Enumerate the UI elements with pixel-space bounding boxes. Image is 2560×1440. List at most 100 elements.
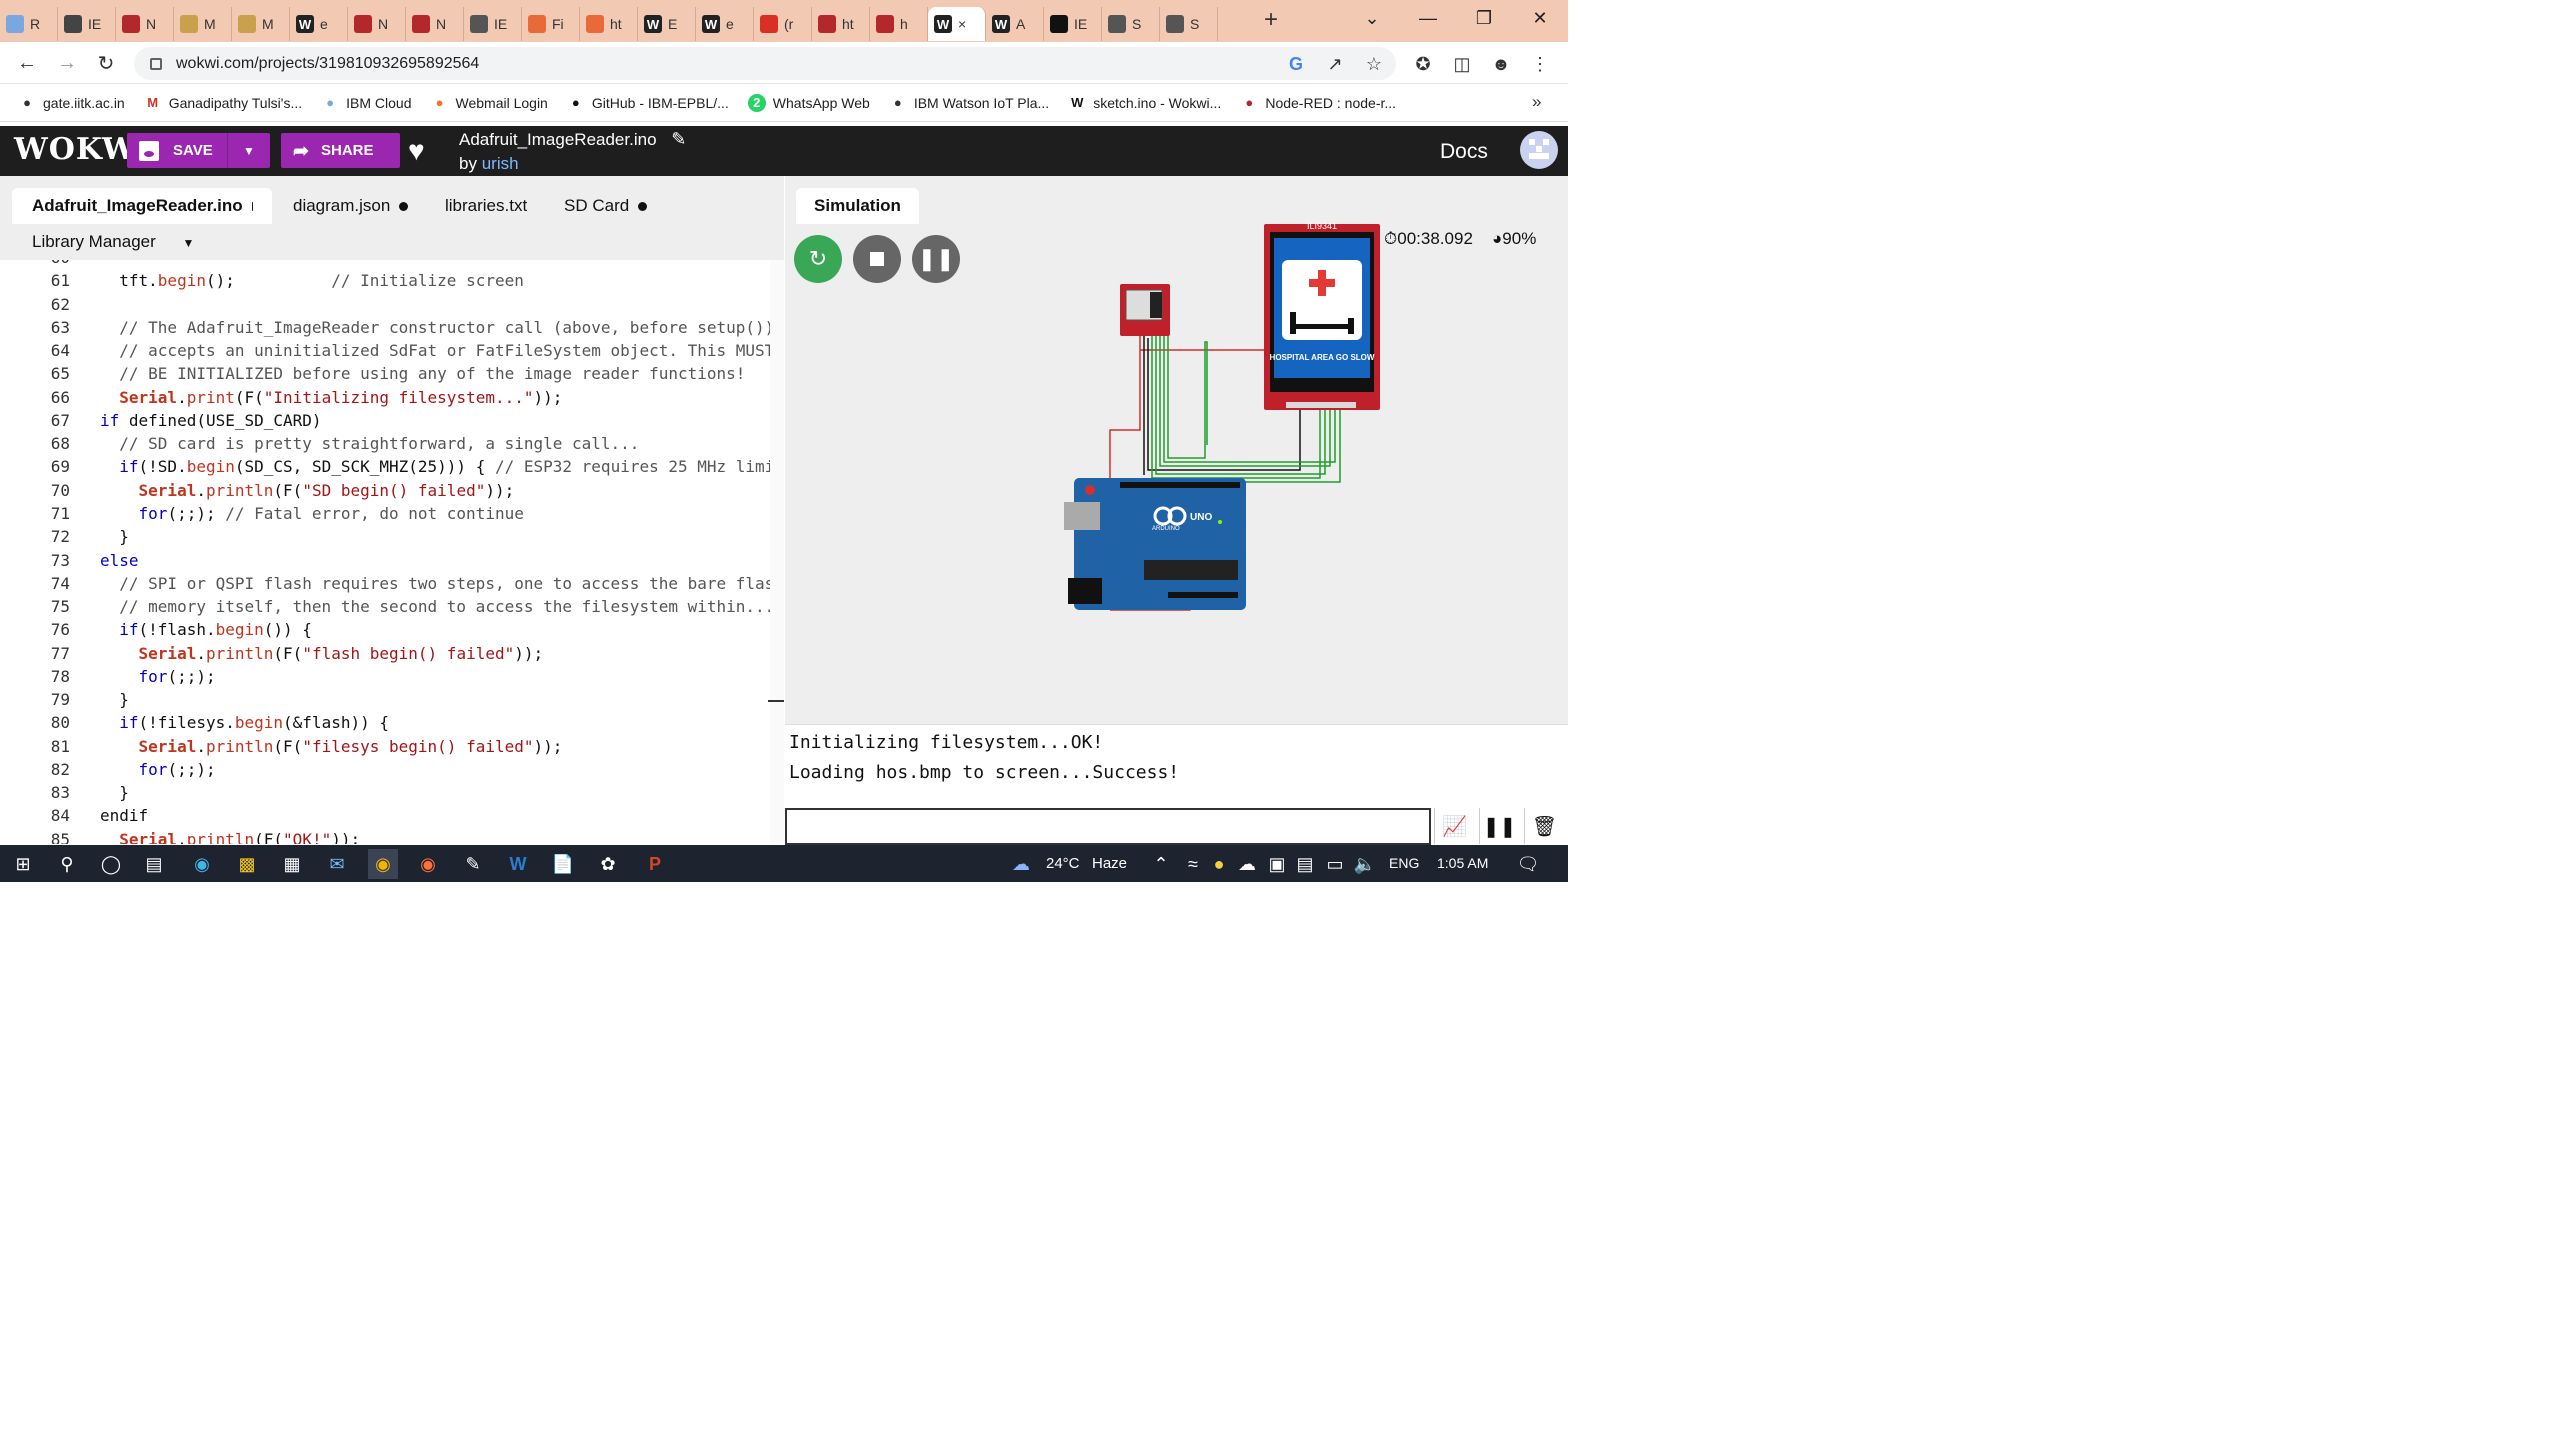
reload-icon[interactable]: ↻ [93, 50, 119, 76]
bookmark-item[interactable]: ● Node-RED : node-r... [1240, 94, 1396, 112]
browser-tab[interactable]: ht [812, 7, 870, 41]
search-icon[interactable]: ⚲ [52, 849, 82, 879]
mail-icon[interactable]: ✉ [322, 849, 352, 879]
save-dropdown-icon[interactable]: ▼ [227, 133, 270, 168]
bookmark-item[interactable]: ● gate.iitk.ac.in [18, 94, 125, 112]
browser-tab[interactable]: N [116, 7, 174, 41]
document-icon[interactable]: 📄 [548, 849, 578, 879]
battery-icon[interactable]: ▭ [1320, 849, 1350, 879]
bookmark-item[interactable]: ● GitHub - IBM-EPBL/... [567, 94, 729, 112]
code-editor[interactable]: 6061 tft.begin(); // Initialize screen62… [0, 260, 770, 844]
language-indicator[interactable]: ENG [1389, 855, 1419, 871]
app-icon[interactable]: ✿ [593, 849, 623, 879]
editor-scrollbar[interactable] [768, 260, 784, 844]
windows-start-icon[interactable]: ⊞ [8, 849, 38, 879]
browser-tab[interactable]: h [870, 7, 928, 41]
firefox-icon[interactable]: ◉ [413, 849, 443, 879]
share-page-icon[interactable]: ↗ [1323, 52, 1347, 76]
browser-tab[interactable]: WE [638, 7, 696, 41]
library-manager-tab[interactable]: Library Manager ▼ [32, 232, 194, 252]
share-button[interactable]: ➦ SHARE [281, 133, 400, 168]
tab-search-icon[interactable]: ⌄ [1344, 0, 1400, 36]
bookmark-item[interactable]: ● IBM Cloud [321, 94, 411, 112]
volume-muted-icon[interactable]: 🔈 [1350, 849, 1380, 879]
forward-icon[interactable]: → [54, 50, 80, 76]
restore-icon[interactable]: ❐ [1456, 0, 1512, 36]
pause-simulation-button[interactable]: ❚❚ [912, 235, 960, 283]
bookmark-star-icon[interactable]: ☆ [1362, 52, 1386, 76]
tab-simulation[interactable]: Simulation [796, 188, 919, 224]
tab-diagram-json[interactable]: diagram.json [273, 188, 428, 224]
cortana-icon[interactable]: ◯ [96, 849, 126, 879]
browser-tab[interactable]: IE [58, 7, 116, 41]
tab-libraries-txt[interactable]: libraries.txt [425, 188, 547, 224]
more-bookmarks-icon[interactable]: » [1532, 92, 1541, 112]
bookmark-item[interactable]: Wsketch.ino - Wokwi... [1068, 94, 1221, 112]
profile-icon[interactable]: ☻ [1489, 52, 1513, 76]
browser-tab[interactable]: S [1160, 7, 1218, 41]
task-view-icon[interactable]: ▤ [139, 849, 169, 879]
tab-sd-card[interactable]: SD Card [544, 188, 667, 224]
meet-icon[interactable]: ▣ [1262, 849, 1292, 879]
edge-icon[interactable]: ◉ [187, 849, 217, 879]
bookmark-item[interactable]: 2 WhatsApp Web [747, 93, 870, 112]
extensions-icon[interactable]: ✪ [1411, 52, 1435, 76]
browser-tab[interactable]: S [1102, 7, 1160, 41]
browser-tab[interactable]: N [348, 7, 406, 41]
bookmark-item[interactable]: M Ganadipathy Tulsi's... [144, 94, 302, 112]
serial-input[interactable] [785, 808, 1431, 845]
save-button[interactable]: SAVE ▼ [127, 133, 270, 168]
arduino-uno-board[interactable]: UNO ARDUINO [1064, 478, 1246, 610]
display-icon[interactable]: ▤ [1290, 849, 1320, 879]
browser-tab[interactable]: Fi [522, 7, 580, 41]
notifications-icon[interactable]: 🗨 [1513, 849, 1543, 879]
clear-serial-icon[interactable]: 🗑 [1524, 808, 1564, 844]
back-icon[interactable]: ← [14, 50, 40, 76]
edit-pencil-icon[interactable]: ✎ [671, 129, 686, 149]
author-link[interactable]: urish [482, 154, 519, 173]
docs-link[interactable]: Docs [1440, 140, 1488, 164]
browser-tab[interactable]: We [290, 7, 348, 41]
browser-tab[interactable]: R [0, 7, 58, 41]
file-explorer-icon[interactable]: ▩ [232, 849, 262, 879]
browser-tab[interactable]: IE [464, 7, 522, 41]
sd-card-module[interactable] [1120, 284, 1170, 336]
browser-tab[interactable]: WA [986, 7, 1044, 41]
browser-tab[interactable]: IE [1044, 7, 1102, 41]
browser-tab[interactable]: We [696, 7, 754, 41]
library-dropdown-icon[interactable]: ▼ [183, 236, 195, 250]
clock[interactable]: 1:05 AM [1437, 855, 1488, 871]
browser-tab[interactable]: ht [580, 7, 638, 41]
browser-tab[interactable]: N [406, 7, 464, 41]
minimize-icon[interactable]: — [1400, 0, 1456, 36]
plotter-icon[interactable]: 📈 [1434, 808, 1474, 844]
user-avatar[interactable] [1520, 131, 1558, 169]
tray-chevron-icon[interactable]: ⌃ [1146, 849, 1176, 879]
like-heart-icon[interactable]: ♥ [408, 135, 425, 167]
ili9341-display[interactable]: ILI9341 HOSPITAL AREA GO SLOW [1264, 221, 1380, 410]
chrome-icon[interactable]: ◉ [368, 849, 398, 879]
menu-icon[interactable]: ⋮ [1528, 52, 1552, 76]
browser-tab[interactable]: W × [928, 7, 986, 41]
tray-app-icon[interactable]: ● [1204, 849, 1234, 879]
store-icon[interactable]: ▦ [277, 849, 307, 879]
google-icon[interactable]: G [1284, 52, 1308, 76]
word-icon[interactable]: W [503, 849, 533, 879]
browser-tab[interactable]: (r [754, 7, 812, 41]
side-panel-icon[interactable]: ◫ [1450, 52, 1474, 76]
powerpoint-icon[interactable]: P [640, 849, 670, 879]
stop-simulation-button[interactable] [853, 235, 901, 283]
notepad-icon[interactable]: ✎ [458, 849, 488, 879]
circuit-diagram[interactable]: ILI9341 HOSPITAL AREA GO SLOW UNO ARDUIN… [1060, 220, 1390, 620]
browser-tab[interactable]: M [232, 7, 290, 41]
new-tab-button[interactable]: + [1264, 6, 1278, 34]
bookmark-item[interactable]: ● IBM Watson IoT Pla... [889, 94, 1049, 112]
restart-simulation-button[interactable]: ↻ [794, 235, 842, 283]
browser-tab[interactable]: M [174, 7, 232, 41]
onedrive-icon[interactable]: ☁ [1232, 849, 1262, 879]
bookmark-item[interactable]: ● Webmail Login [431, 94, 548, 112]
address-bar[interactable]: wokwi.com/projects/319810932695892564 [134, 47, 1396, 80]
serial-pause-icon[interactable]: ❚❚ [1479, 808, 1519, 844]
tab-adafruit-imagereader[interactable]: Adafruit_ImageReader.ino [12, 188, 272, 224]
close-window-icon[interactable]: ✕ [1512, 0, 1568, 36]
